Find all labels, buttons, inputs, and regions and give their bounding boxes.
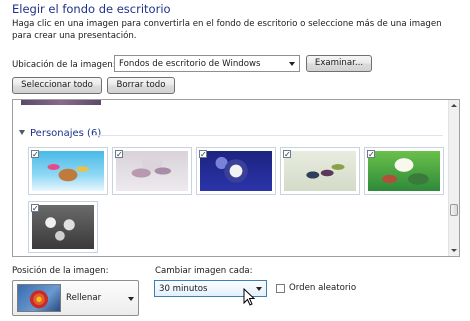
wallpaper-thumbnail-2[interactable]: ✓ bbox=[112, 147, 192, 195]
scroll-down-icon[interactable] bbox=[449, 245, 459, 256]
position-value: Rellenar bbox=[66, 293, 102, 303]
checkbox-icon[interactable]: ✓ bbox=[283, 150, 291, 159]
scrollbar-thumb[interactable] bbox=[450, 204, 458, 216]
blue-character-image bbox=[200, 151, 272, 191]
floral-figures-image bbox=[284, 151, 356, 191]
page-description: Haga clic en una imagen para convertirla… bbox=[12, 19, 442, 41]
collapse-triangle-icon bbox=[19, 130, 25, 135]
position-dropdown[interactable]: Rellenar bbox=[12, 280, 139, 316]
green-landscape-image bbox=[368, 151, 440, 191]
previous-group-thumbnail-strip bbox=[21, 100, 101, 105]
location-dropdown[interactable]: Fondos de escritorio de Windows bbox=[114, 55, 300, 72]
wallpaper-thumbnail-3[interactable]: ✓ bbox=[196, 147, 276, 195]
checkbox-icon[interactable]: ✓ bbox=[115, 150, 123, 159]
select-all-button[interactable]: Seleccionar todo bbox=[12, 77, 102, 94]
shuffle-label[interactable]: Orden aleatorio bbox=[289, 283, 356, 293]
position-label: Posición de la imagen: bbox=[12, 266, 109, 276]
wallpaper-thumbnail-5[interactable]: ✓ bbox=[364, 147, 444, 195]
checkbox-icon[interactable]: ✓ bbox=[31, 204, 39, 213]
chevron-down-icon bbox=[128, 297, 134, 301]
checkbox-icon[interactable]: ✓ bbox=[31, 150, 39, 159]
chevron-down-icon bbox=[289, 62, 295, 66]
floating-island-image bbox=[32, 151, 104, 191]
wallpaper-thumbnail-1[interactable]: ✓ bbox=[28, 147, 108, 195]
browse-button[interactable]: Examinar... bbox=[306, 55, 372, 72]
wallpaper-gallery[interactable]: Personajes (6) ✓ ✓ ✓ ✓ ✓ ✓ bbox=[12, 99, 460, 257]
interval-label: Cambiar imagen cada: bbox=[155, 266, 253, 276]
group-header-personajes[interactable]: Personajes (6) bbox=[19, 128, 101, 139]
group-label: Personajes (6) bbox=[30, 128, 102, 139]
gallery-scrollbar[interactable] bbox=[448, 100, 459, 256]
fantasy-creatures-image bbox=[116, 151, 188, 191]
location-value: Fondos de escritorio de Windows bbox=[119, 59, 261, 69]
checkbox-icon[interactable]: ✓ bbox=[367, 150, 375, 159]
flower-preview-icon bbox=[17, 284, 61, 312]
mouse-cursor-icon bbox=[243, 288, 256, 306]
wallpaper-thumbnail-4[interactable]: ✓ bbox=[280, 147, 360, 195]
grayscale-creatures-image bbox=[32, 205, 94, 249]
wallpaper-thumbnail-6[interactable]: ✓ bbox=[28, 201, 98, 253]
shuffle-checkbox[interactable] bbox=[276, 284, 285, 293]
clear-all-button[interactable]: Borrar todo bbox=[107, 77, 175, 94]
page-title: Elegir el fondo de escritorio bbox=[12, 2, 171, 16]
checkbox-icon[interactable]: ✓ bbox=[199, 150, 207, 159]
scroll-up-icon[interactable] bbox=[449, 100, 459, 111]
group-divider bbox=[91, 135, 443, 136]
interval-value: 30 minutos bbox=[159, 284, 208, 294]
location-label: Ubicación de la imagen: bbox=[12, 60, 116, 70]
